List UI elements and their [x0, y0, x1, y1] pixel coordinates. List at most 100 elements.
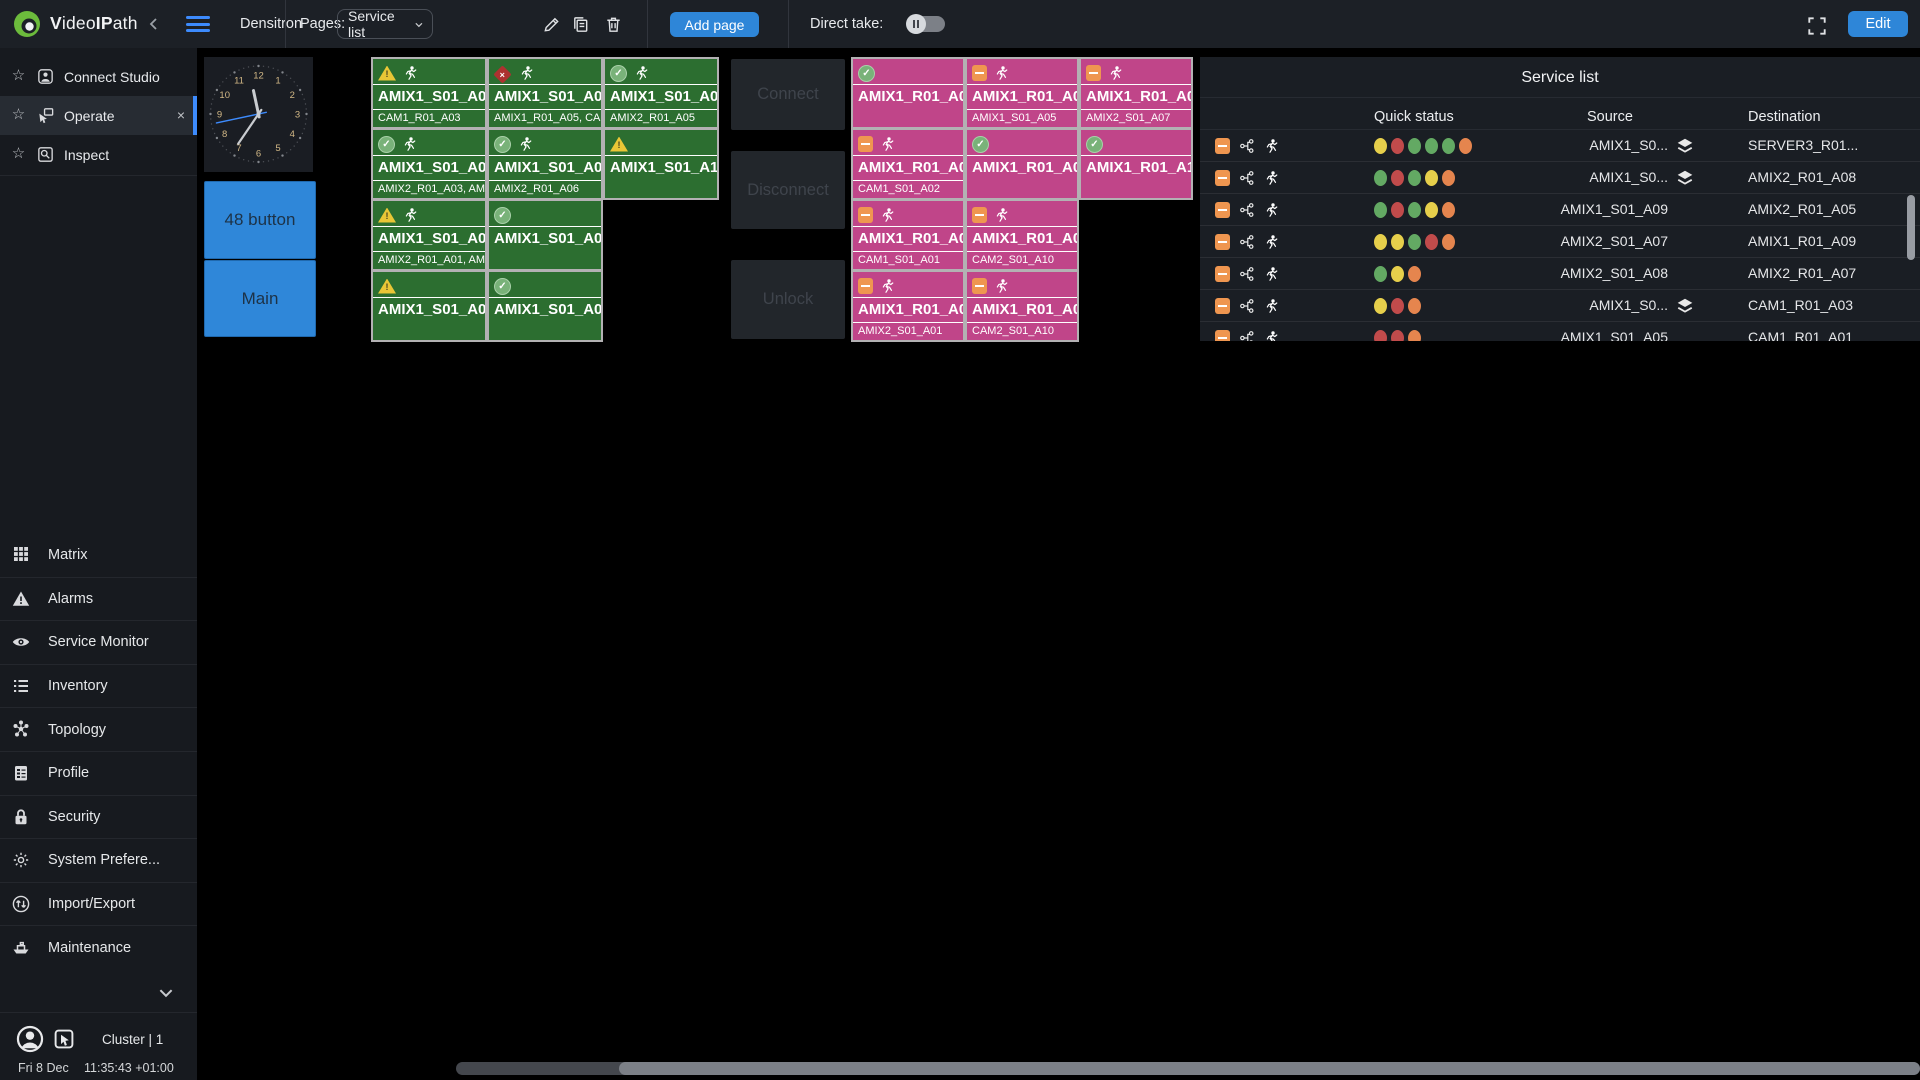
source-button[interactable]: ✓AMIX1_S01_A06AMIX2_R01_A06: [489, 130, 601, 198]
button-status-icons: [967, 201, 1077, 226]
source-cell: AMIX1_S0...: [1490, 137, 1668, 153]
source-button[interactable]: !AMIX1_S01_A01CAM1_R01_A03: [373, 59, 485, 127]
button-title: AMIX1_S01_A10: [605, 155, 717, 180]
status-dot-green: [1374, 266, 1387, 282]
dest-button[interactable]: AMIX1_R01_A09AMIX2_S01_A07: [1081, 59, 1191, 127]
service-row[interactable]: AMIX2_S01_A07AMIX1_R01_A09: [1200, 226, 1920, 258]
warning-icon: !: [378, 66, 396, 81]
service-row[interactable]: AMIX1_S0...SERVER3_R01...: [1200, 130, 1920, 162]
service-row[interactable]: AMIX1_S0...CAM1_R01_A03: [1200, 290, 1920, 322]
service-row[interactable]: AMIX1_S0...AMIX2_R01_A08: [1200, 162, 1920, 194]
source-button[interactable]: !AMIX1_S01_A03AMIX2_R01_A01, AM...: [373, 201, 485, 269]
source-button[interactable]: !AMIX1_S01_A04: [373, 272, 485, 340]
service-list-widget: Service list Quick statusSourceDestinati…: [1200, 57, 1920, 341]
menu-icon[interactable]: [186, 16, 210, 32]
direct-take-toggle[interactable]: [906, 14, 946, 34]
source-button[interactable]: ✓AMIX1_S01_A07: [489, 201, 601, 269]
dest-button[interactable]: AMIX1_R01_A03CAM1_S01_A01: [853, 201, 963, 269]
button-status-icons: ✓: [967, 130, 1077, 155]
sidebar-item-system-preferences[interactable]: System Prefere...: [0, 838, 197, 882]
canvas-hscroll-thumb[interactable]: [619, 1062, 1920, 1075]
minus-icon: [1215, 234, 1230, 250]
minus-icon: [1086, 65, 1101, 81]
sidebar-item-import-export[interactable]: Import/Export: [0, 882, 197, 926]
service-row[interactable]: AMIX1_S01_A09AMIX2_R01_A05: [1200, 194, 1920, 226]
connect-button[interactable]: Connect: [731, 59, 845, 130]
source-button[interactable]: !AMIX1_S01_A10: [605, 130, 717, 198]
button-title: AMIX1_R01_A02: [853, 155, 963, 180]
service-row[interactable]: AMIX2_S01_A08AMIX2_R01_A07: [1200, 258, 1920, 290]
svg-text:1: 1: [275, 76, 280, 87]
divider: [647, 0, 648, 48]
service-list-scrollbar[interactable]: [1907, 195, 1915, 260]
pages-select[interactable]: Service list: [337, 9, 433, 39]
running-man-icon: [1264, 170, 1279, 186]
favorite-star-icon[interactable]: ☆: [10, 67, 27, 85]
chevron-down-icon: [157, 984, 175, 1002]
duplicate-page-icon[interactable]: [571, 15, 590, 34]
sidebar-nav: MatrixAlarmsService Monitor Inventory Topo…: [0, 533, 197, 969]
analog-clock: 123456789101112: [204, 57, 313, 172]
dest-button[interactable]: AMIX1_R01_A04AMIX2_S01_A01: [853, 272, 963, 340]
dest-button[interactable]: ✓AMIX1_R01_A10: [1081, 130, 1191, 198]
check-icon: ✓: [972, 136, 989, 153]
source-button[interactable]: ✓AMIX1_S01_A09AMIX2_R01_A05: [605, 59, 717, 127]
running-man-icon: [634, 65, 649, 81]
favorite-star-icon[interactable]: ☆: [10, 106, 27, 124]
button-status-icons: ✓: [489, 272, 601, 297]
row-icons: [1215, 226, 1279, 258]
sidebar-item-matrix[interactable]: Matrix: [0, 533, 197, 577]
sidebar-item-service-monitor[interactable]: Service Monitor: [0, 620, 197, 664]
sidebar-item-inspect[interactable]: ☆Inspect: [0, 135, 197, 174]
disconnect-button[interactable]: Disconnect: [731, 151, 845, 229]
sidebar-item-alarms[interactable]: Alarms: [0, 577, 197, 621]
row-icons: [1215, 194, 1279, 226]
rename-page-icon[interactable]: [542, 15, 561, 34]
delete-page-icon[interactable]: [604, 15, 623, 34]
dest-button[interactable]: ✓ AMIX1_R01_A06: [967, 130, 1077, 198]
minus-icon: [1215, 298, 1230, 314]
share-icon: [1239, 330, 1255, 341]
session-jump-icon[interactable]: [52, 1027, 76, 1051]
sidebar-collapse-icon[interactable]: [146, 16, 162, 32]
destination-cell: AMIX1_R01_A09: [1748, 233, 1856, 249]
minus-icon: [858, 207, 873, 223]
dest-button[interactable]: ✓AMIX1_R01_A01: [853, 59, 963, 127]
user-avatar-icon[interactable]: [16, 1025, 44, 1053]
sidebar-item-security[interactable]: Security: [0, 795, 197, 839]
sidebar-item-connect-studio[interactable]: ☆Connect Studio: [0, 57, 197, 96]
fullscreen-icon[interactable]: [1806, 15, 1828, 37]
sidebar-item-topology[interactable]: Topology: [0, 707, 197, 751]
favorite-star-icon[interactable]: ☆: [10, 145, 27, 163]
sidebar-item-label: Inventory: [48, 678, 108, 694]
sidebar-item-inventory[interactable]: Inventory: [0, 664, 197, 708]
sidebar-item-maintenance[interactable]: Maintenance: [0, 925, 197, 969]
panel-page-button-48-button[interactable]: 48 button: [204, 181, 316, 259]
edit-button[interactable]: Edit: [1848, 11, 1908, 37]
svg-text:8: 8: [222, 129, 227, 140]
sidebar-item-profile[interactable]: Profile: [0, 751, 197, 795]
clock-widget: 123456789101112: [204, 57, 313, 172]
add-page-button[interactable]: Add page: [670, 12, 759, 37]
error-icon: ×: [493, 65, 511, 83]
button-status-icons: [853, 272, 963, 297]
source-button[interactable]: ✓AMIX1_S01_A02AMIX2_R01_A03, AM...: [373, 130, 485, 198]
sidebar-item-operate[interactable]: ☆Operate×: [0, 96, 197, 135]
panel-page-button-main[interactable]: Main: [204, 260, 316, 337]
status-dot-orange: [1442, 202, 1455, 218]
button-title: AMIX1_R01_A06: [967, 155, 1077, 180]
minus-icon: [1215, 330, 1230, 341]
sidebar-expander[interactable]: [0, 973, 197, 1011]
dest-button[interactable]: AMIX1_R01_A05AMIX1_S01_A05: [967, 59, 1077, 127]
dest-button[interactable]: AMIX1_R01_A02CAM1_S01_A02: [853, 130, 963, 198]
source-button[interactable]: ✓AMIX1_S01_A08: [489, 272, 601, 340]
videoipath-logo-icon: [12, 9, 42, 39]
dest-button[interactable]: AMIX1_R01_A08CAM2_S01_A10: [967, 272, 1077, 340]
alarms-icon: [11, 589, 31, 609]
service-row[interactable]: AMIX1_S01_A05CAM1_R01_A01: [1200, 322, 1920, 341]
button-subtitle: AMIX1_S01_A05: [967, 109, 1077, 126]
dest-button[interactable]: AMIX1_R01_A07CAM2_S01_A10: [967, 201, 1077, 269]
close-icon[interactable]: ×: [177, 107, 185, 123]
source-button[interactable]: ×AMIX1_S01_A05AMIX1_R01_A05, CA...: [489, 59, 601, 127]
unlock-button[interactable]: Unlock: [731, 260, 845, 339]
